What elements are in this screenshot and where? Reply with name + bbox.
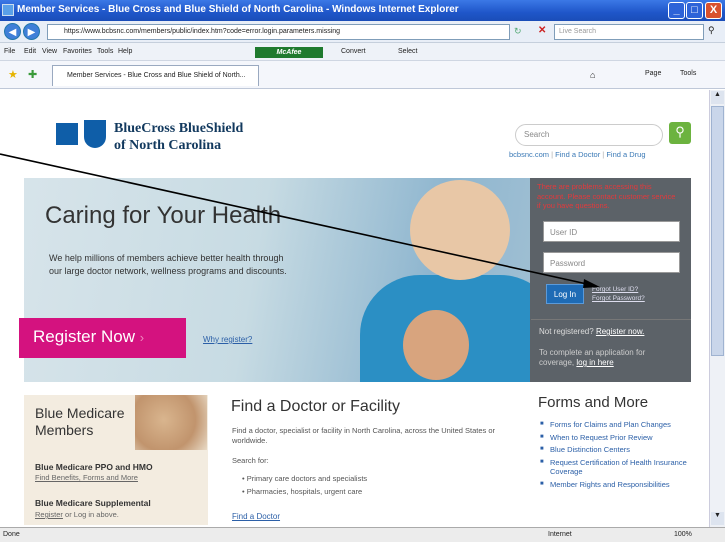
convert-button[interactable]: Convert xyxy=(341,48,366,55)
forms-title: Forms and More xyxy=(538,394,649,411)
menu-help[interactable]: Help xyxy=(118,48,132,55)
brand-name: BlueCross BlueShield xyxy=(114,121,244,136)
register-now-label: Register Now xyxy=(33,327,136,346)
login-error-message: There are problems accessing this accoun… xyxy=(537,182,676,210)
forms-link[interactable]: Request Certification of Health Insuranc… xyxy=(540,458,708,477)
medicare-title-line1: Blue Medicare xyxy=(35,405,125,421)
not-registered-text: Not registered? Register now. xyxy=(539,327,644,336)
select-button[interactable]: Select xyxy=(398,48,417,55)
bluecross-logo-icon xyxy=(56,123,78,145)
blueshield-logo-icon xyxy=(84,120,106,148)
menu-bar: File Edit View Favorites Tools Help McAf… xyxy=(0,43,725,61)
window-title-bar: Member Services - Blue Cross and Blue Sh… xyxy=(0,0,725,21)
search-icon[interactable]: ⚲ xyxy=(708,25,715,36)
register-now-link[interactable]: Register now. xyxy=(596,327,644,336)
log-in-here-link[interactable]: log in here xyxy=(576,358,613,367)
live-search-input[interactable]: Live Search xyxy=(554,24,704,40)
link-bcbsnc[interactable]: bcbsnc.com xyxy=(509,150,549,159)
add-favorites-icon[interactable]: ✚ xyxy=(28,68,37,81)
home-icon[interactable]: ⌂ xyxy=(590,70,595,80)
forms-link[interactable]: Blue Distinction Centers xyxy=(540,445,708,455)
brand-region: of North Carolina xyxy=(114,138,222,153)
ie-icon xyxy=(2,4,14,16)
internet-zone: Internet xyxy=(548,531,572,538)
forms-link[interactable]: Forms for Claims and Plan Changes xyxy=(540,420,708,430)
find-doctor-search-for: Search for: xyxy=(232,456,269,465)
favorites-star-icon[interactable]: ★ xyxy=(8,68,18,81)
menu-edit[interactable]: Edit xyxy=(24,48,36,55)
forgot-password-link[interactable]: Forgot Password? xyxy=(592,295,645,302)
scroll-down-icon[interactable]: ▼ xyxy=(711,512,724,525)
minimize-button[interactable]: _ xyxy=(668,2,685,19)
find-doctor-title: Find a Doctor or Facility xyxy=(231,398,400,415)
menu-favorites[interactable]: Favorites xyxy=(63,48,92,55)
medicare-photo xyxy=(135,395,207,450)
list-item: Pharmacies, hospitals, urgent care xyxy=(242,485,367,498)
zoom-level[interactable]: 100% xyxy=(674,531,692,538)
medicare-supp-rest: or Log in above. xyxy=(65,510,119,519)
medicare-supp-title: Blue Medicare Supplemental xyxy=(35,498,151,508)
password-input[interactable]: Password xyxy=(543,252,680,273)
close-button[interactable]: X xyxy=(705,2,722,19)
register-now-button[interactable]: Register Now › xyxy=(19,318,186,358)
hero-photo-child xyxy=(410,180,510,280)
medicare-ppo-title: Blue Medicare PPO and HMO xyxy=(35,462,153,472)
medicare-supp-text: Register or Log in above. xyxy=(35,510,119,519)
forms-list: Forms for Claims and Plan Changes When t… xyxy=(540,420,708,492)
menu-view[interactable]: View xyxy=(42,48,57,55)
address-input[interactable]: https://www.bcbsnc.com/members/public/in… xyxy=(47,24,510,40)
back-button[interactable]: ◀ xyxy=(4,23,21,40)
menu-tools[interactable]: Tools xyxy=(97,48,113,55)
find-doctor-list: Primary care doctors and specialists Pha… xyxy=(242,472,367,498)
forward-button[interactable]: ▶ xyxy=(23,23,40,40)
maximize-button[interactable]: □ xyxy=(686,2,703,19)
find-doctor-text: Find a doctor, specialist or facility in… xyxy=(232,426,496,445)
link-find-drug[interactable]: Find a Drug xyxy=(606,150,645,159)
window-title: Member Services - Blue Cross and Blue Sh… xyxy=(17,4,459,15)
forgot-userid-link[interactable]: Forgot User ID? xyxy=(592,286,638,293)
refresh-icon[interactable]: ↻ xyxy=(514,26,522,37)
forms-link[interactable]: When to Request Prior Review xyxy=(540,433,708,443)
hero-photo-face xyxy=(403,310,469,380)
medicare-title-line2: Members xyxy=(35,422,94,438)
site-search-input[interactable]: Search xyxy=(515,124,663,146)
scroll-up-icon[interactable]: ▲ xyxy=(711,91,724,104)
tab-member-services[interactable]: Member Services - Blue Cross and Blue Sh… xyxy=(52,65,259,86)
search-go-button[interactable]: ⚲ xyxy=(669,122,691,144)
address-toolbar: ◀ ▶ https://www.bcbsnc.com/members/publi… xyxy=(0,21,725,43)
tools-menu[interactable]: Tools xyxy=(680,70,696,77)
why-register-link[interactable]: Why register? xyxy=(203,335,252,344)
stop-icon[interactable]: ✕ xyxy=(538,25,546,36)
complete-application-text: To complete an application for coverage,… xyxy=(539,348,679,368)
find-a-doctor-link[interactable]: Find a Doctor xyxy=(232,512,280,521)
vertical-scrollbar[interactable]: ▲ ▼ xyxy=(709,90,725,527)
mcafee-button[interactable]: McAfee xyxy=(255,47,323,58)
login-button[interactable]: Log In xyxy=(546,284,584,304)
list-item: Primary care doctors and specialists xyxy=(242,472,367,485)
status-bar: Done Internet 100% xyxy=(0,527,725,542)
not-registered-label: Not registered? xyxy=(539,327,594,336)
medicare-register-link[interactable]: Register xyxy=(35,510,63,519)
header-links: bcbsnc.com | Find a Doctor | Find a Drug xyxy=(509,150,646,159)
page-menu[interactable]: Page xyxy=(645,70,661,77)
hero-title: Caring for Your Health xyxy=(45,202,282,229)
page-content: BlueCross BlueShield of North Carolina S… xyxy=(0,90,709,527)
medicare-ppo-link[interactable]: Find Benefits, Forms and More xyxy=(35,473,138,482)
login-divider xyxy=(531,319,691,320)
scroll-thumb[interactable] xyxy=(711,106,724,356)
forms-link[interactable]: Member Rights and Responsibilities xyxy=(540,480,708,490)
hero-text: We help millions of members achieve bett… xyxy=(49,253,287,276)
menu-file[interactable]: File xyxy=(4,48,15,55)
link-find-doctor[interactable]: Find a Doctor xyxy=(555,150,600,159)
userid-input[interactable]: User ID xyxy=(543,221,680,242)
medicare-title: Blue Medicare Members xyxy=(35,405,125,439)
status-text: Done xyxy=(3,531,20,538)
tab-bar: ★ ✚ Member Services - Blue Cross and Blu… xyxy=(0,61,725,89)
